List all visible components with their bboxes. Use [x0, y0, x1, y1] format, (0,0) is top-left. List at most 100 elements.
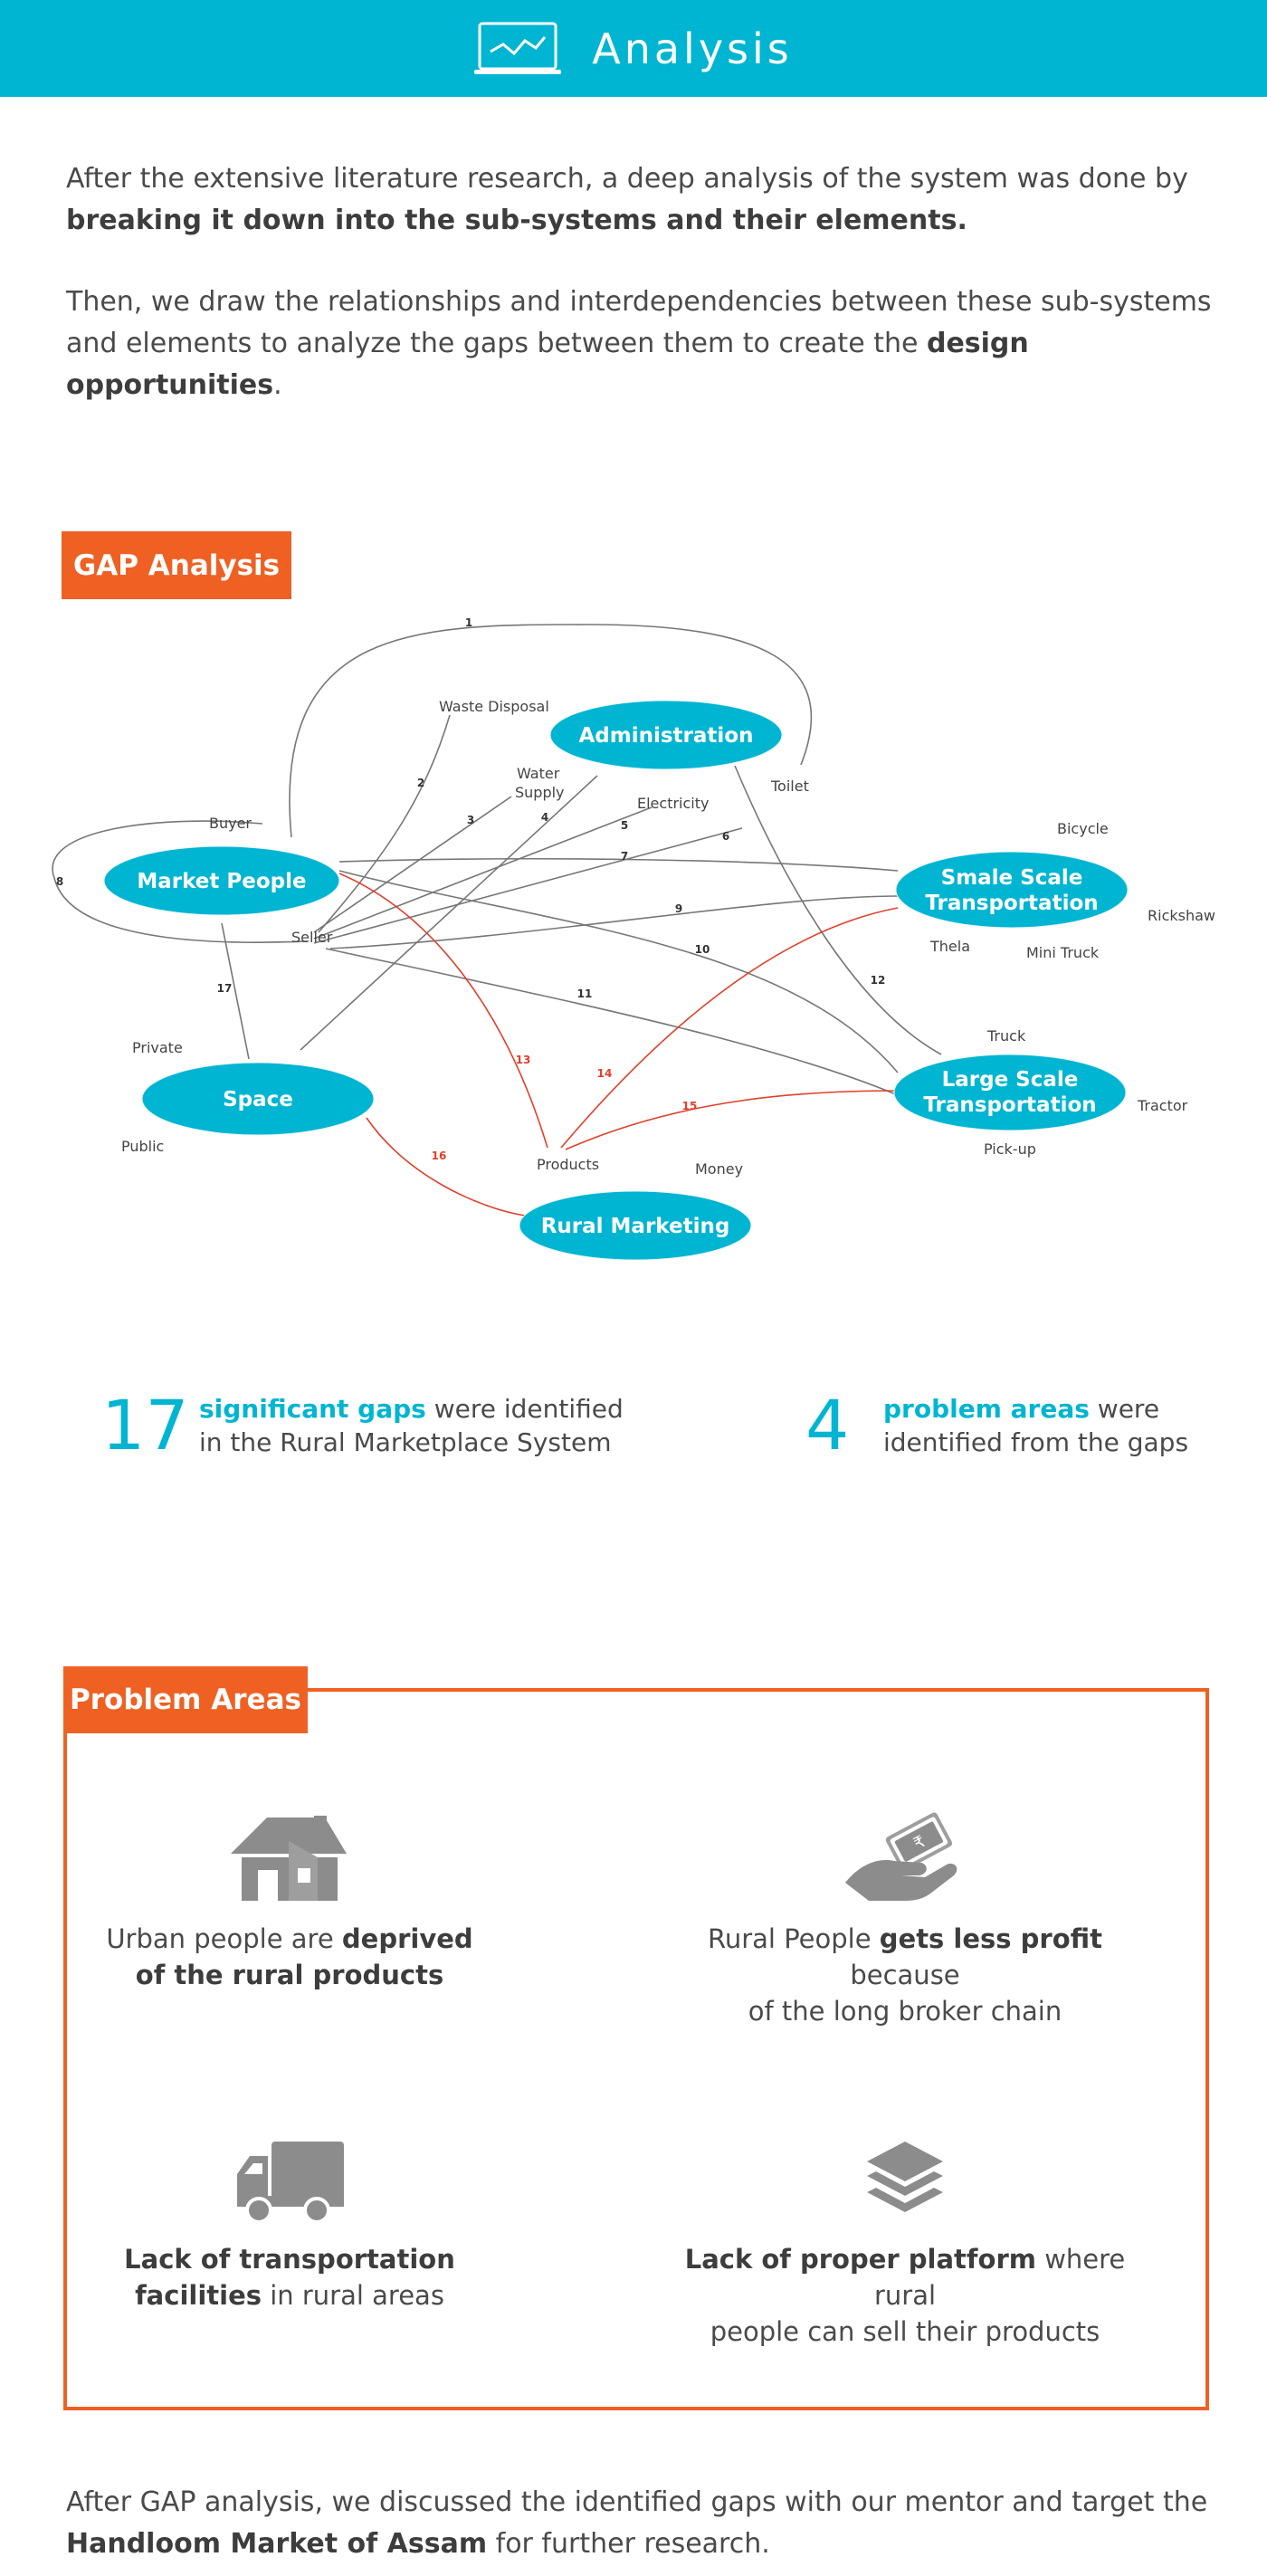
gap-number: 6 [722, 830, 729, 843]
element-bicycle: Bicycle [1057, 820, 1109, 837]
gap-line-6 [313, 827, 743, 944]
house-icon [231, 1816, 347, 1901]
problem-post: because [850, 1960, 960, 1990]
stat-text-1: were identified [425, 1393, 624, 1424]
gap-number: 14 [597, 1067, 613, 1080]
problem-line2: in rural areas [262, 2280, 444, 2311]
problem-item-transport: Lack of transportation facilities in rur… [36, 2138, 543, 2314]
problem-line2-bold: facilities [135, 2280, 262, 2311]
problem-text: Urban people are deprived of the rural p… [36, 1921, 543, 1993]
gap-line-4 [300, 775, 598, 1051]
element-public: Public [121, 1138, 164, 1155]
gap-number: 13 [516, 1054, 531, 1066]
stat-text-1: were [1089, 1393, 1160, 1424]
gap-line-15 [565, 1090, 899, 1150]
intro-p2-text: Then, we draw the relationships and inte… [66, 286, 1212, 359]
gap-line-3 [313, 796, 512, 933]
problem-line2-bold: of the rural products [135, 1960, 444, 1990]
intro-text: After the extensive literature research,… [66, 158, 1215, 446]
gap-number: 5 [621, 819, 628, 832]
gap-line-2 [318, 714, 451, 933]
element-products: Products [537, 1156, 599, 1173]
intro-paragraph-2: Then, we draw the relationships and inte… [66, 281, 1215, 406]
node-large-transport [893, 1054, 1127, 1131]
problem-bold: gets less profit [879, 1923, 1102, 1954]
problem-text: Rural People gets less profit because of… [652, 1921, 1158, 2029]
stat-significant-gaps: 17 significant gaps were identified in t… [101, 1385, 624, 1465]
stat-text-2: identified from the gaps [883, 1426, 1189, 1457]
problem-areas-label: Problem Areas [63, 1666, 308, 1733]
truck-icon [237, 2142, 344, 2224]
element-truck: Truck [986, 1027, 1026, 1045]
outro-text-main: After GAP analysis, we discussed the ide… [66, 2486, 1208, 2518]
stat-number: 4 [805, 1385, 850, 1465]
page-title: Analysis [592, 24, 793, 73]
problem-line2: people can sell their products [710, 2316, 1100, 2347]
problem-text: Lack of transportation facilities in rur… [36, 2241, 543, 2314]
monitor-chart-icon [474, 22, 562, 74]
gap-line-14 [560, 907, 899, 1149]
problem-item-platform: Lack of proper platform where rural peop… [652, 2138, 1158, 2350]
node-label-small-transport: Smale Scale [941, 866, 1083, 890]
problem-bold: Lack of proper platform [684, 2244, 1036, 2275]
element-mini-truck: Mini Truck [1026, 944, 1100, 961]
element-buyer: Buyer [209, 815, 252, 832]
element-water-supply: Supply [515, 784, 565, 801]
stat-text-2: in the Rural Marketplace System [199, 1426, 612, 1457]
gap-number: 11 [577, 987, 593, 1000]
node-label-large-transport: Transportation [923, 1093, 1096, 1117]
gap-line-7 [338, 858, 899, 872]
gap-number: 7 [621, 850, 628, 863]
element-private: Private [132, 1039, 183, 1056]
problem-line2: of the long broker chain [748, 1996, 1062, 2027]
element-tractor: Tractor [1137, 1097, 1188, 1114]
gap-number: 10 [695, 943, 710, 956]
problem-pre: Rural People [708, 1923, 880, 1954]
problem-bold: deprived [341, 1923, 473, 1954]
element-rickshaw: Rickshaw [1148, 907, 1215, 924]
gap-number: 15 [682, 1100, 698, 1112]
layers-icon [867, 2142, 943, 2212]
intro-p2-end: . [273, 369, 282, 401]
problem-text: Lack of proper platform where rural peop… [652, 2241, 1158, 2350]
element-seller: Seller [291, 929, 333, 946]
problem-pre: Urban people are [106, 1923, 342, 1954]
element-electricity: Electricity [637, 795, 709, 812]
gap-line-5 [313, 806, 653, 940]
problem-item-profit: ₹ Rural People gets less profit because … [652, 1810, 1158, 2029]
stat-text: significant gaps were identified in the … [199, 1392, 624, 1459]
outro-bold: Handloom Market of Assam [66, 2528, 488, 2560]
stat-number: 17 [101, 1385, 189, 1465]
problem-bold: Lack of transportation [124, 2244, 455, 2275]
node-small-transport [895, 851, 1129, 929]
gap-analysis-diagram: 1 2 3 4 5 6 7 8 9 10 11 12 13 14 15 16 1… [52, 616, 1215, 1261]
gap-number: 17 [217, 982, 233, 995]
stat-highlight: significant gaps [199, 1393, 426, 1424]
gap-number: 2 [417, 777, 424, 789]
node-label-space: Space [223, 1088, 293, 1111]
problem-item-urban: Urban people are deprived of the rural p… [36, 1810, 543, 1993]
node-label-small-transport: Transportation [925, 892, 1098, 915]
intro-p1-bold: breaking it down into the sub-systems an… [66, 205, 967, 236]
outro-end: for further research. [487, 2528, 770, 2560]
element-thela: Thela [929, 938, 970, 955]
gap-number: 9 [675, 902, 682, 915]
intro-paragraph-1: After the extensive literature research,… [66, 158, 1215, 242]
node-label-rural-marketing: Rural Marketing [541, 1215, 730, 1238]
stat-problem-areas: 4 problem areas were identified from the… [805, 1385, 1188, 1465]
gap-line-10 [338, 870, 899, 1073]
gap-line-16 [366, 1117, 526, 1216]
gap-number: 4 [541, 811, 548, 824]
element-waste-disposal: Waste Disposal [439, 698, 549, 715]
stat-highlight: problem areas [883, 1393, 1090, 1424]
gap-number: 3 [467, 814, 474, 826]
outro-text: After GAP analysis, we discussed the ide… [66, 2482, 1234, 2565]
element-toilet: Toilet [770, 778, 809, 795]
gap-number: 1 [465, 616, 472, 629]
node-label-market-people: Market People [137, 870, 306, 893]
intro-p1-text: After the extensive literature research,… [66, 163, 1188, 195]
gap-number: 16 [432, 1150, 447, 1162]
node-label-large-transport: Large Scale [942, 1068, 1079, 1092]
stat-text: problem areas were identified from the g… [883, 1392, 1188, 1459]
node-label-administration: Administration [579, 724, 754, 748]
